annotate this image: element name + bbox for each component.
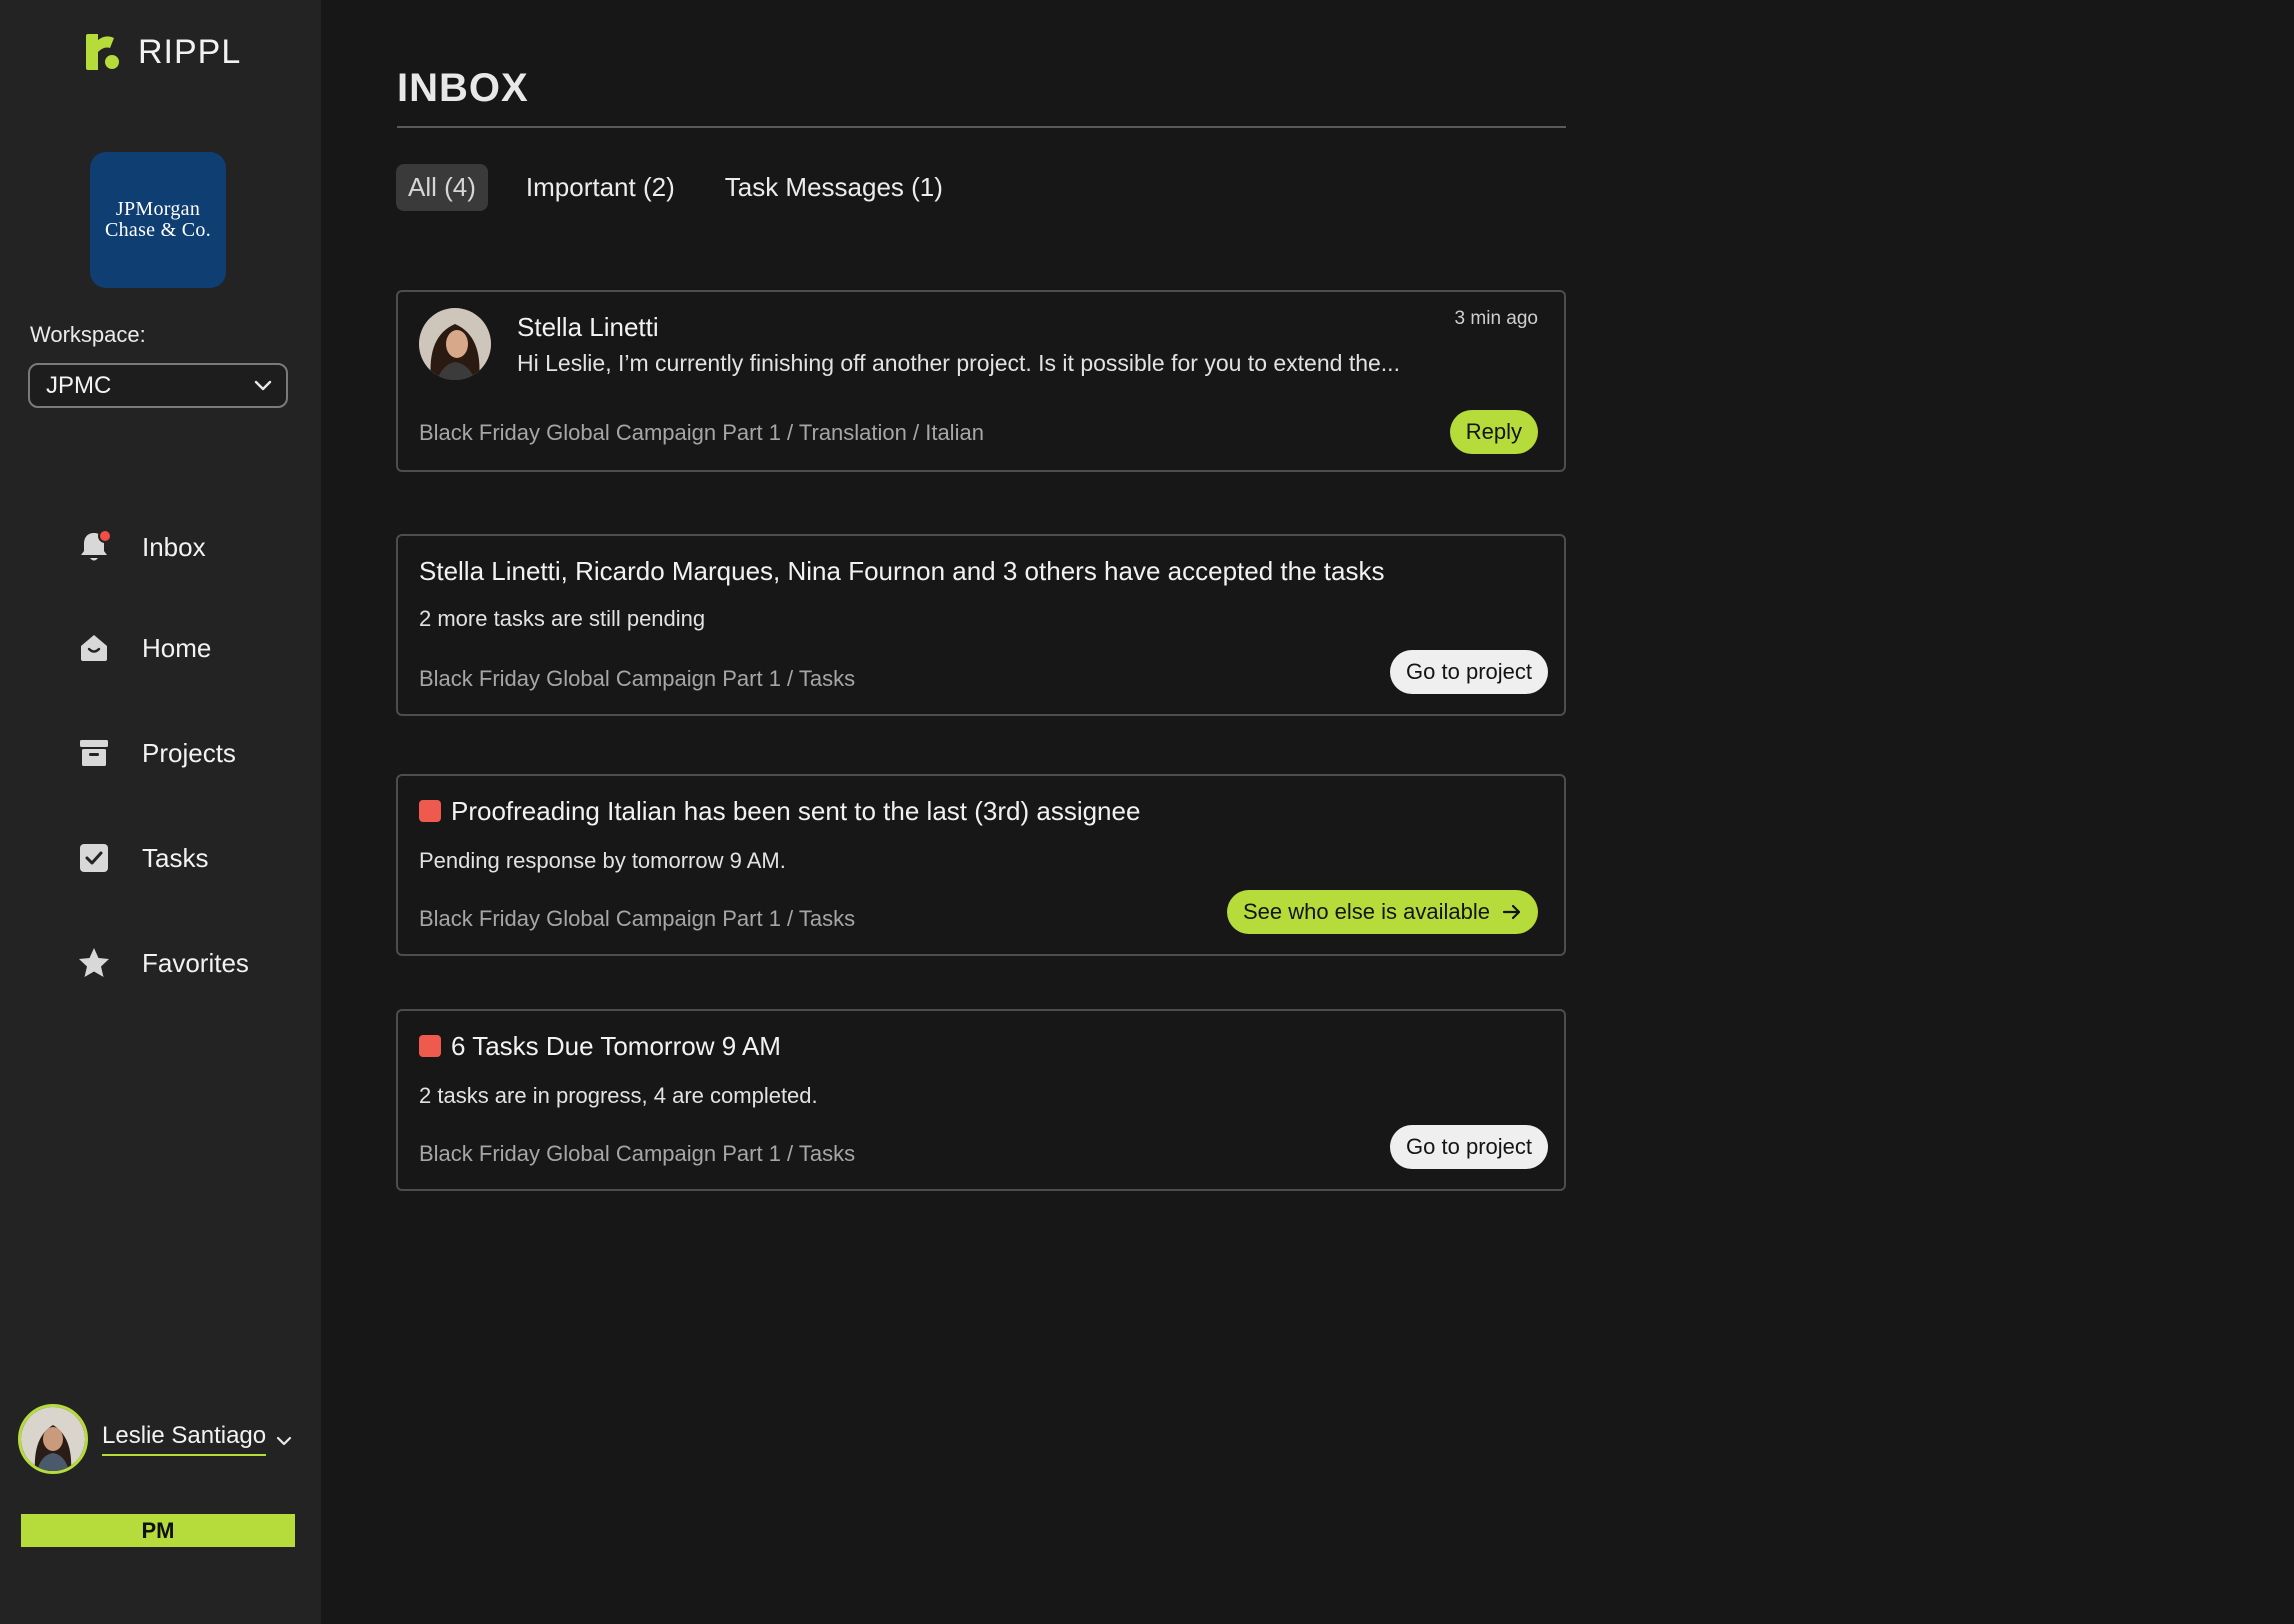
notification-title: Proofreading Italian has been sent to th… xyxy=(419,796,1140,827)
notification-title-text: 6 Tasks Due Tomorrow 9 AM xyxy=(451,1031,781,1061)
message-card[interactable]: Stella Linetti 3 min ago Hi Leslie, I’m … xyxy=(396,290,1566,472)
sender-name: Stella Linetti xyxy=(517,312,659,342)
title-divider xyxy=(397,126,1566,128)
notification-card[interactable]: Proofreading Italian has been sent to th… xyxy=(396,774,1566,956)
workspace-select-value: JPMC xyxy=(46,371,112,399)
user-role-badge: PM xyxy=(21,1514,295,1547)
bell-icon xyxy=(76,529,112,565)
reply-button-label: Reply xyxy=(1465,419,1522,444)
sidebar-item-label: Home xyxy=(142,632,212,663)
notification-card[interactable]: 6 Tasks Due Tomorrow 9 AM 2 tasks are in… xyxy=(396,1009,1566,1191)
workspace-label: Workspace: xyxy=(30,322,146,347)
sidebar-item-inbox[interactable]: Inbox xyxy=(76,525,206,569)
notification-subtitle: 2 more tasks are still pending xyxy=(419,606,706,631)
tab-task-messages[interactable]: Task Messages (1) xyxy=(713,164,955,211)
tab-important[interactable]: Important (2) xyxy=(514,164,687,211)
go-to-project-button-label: Go to project xyxy=(1406,1134,1532,1159)
sidebar-item-projects[interactable]: Projects xyxy=(76,731,236,775)
page-title: INBOX xyxy=(397,66,529,110)
inbox-panel: INBOX All (4) Important (2) Task Message… xyxy=(321,0,2294,1624)
archive-box-icon xyxy=(76,735,112,771)
workspace-logo: JPMorgan Chase & Co. xyxy=(90,152,226,288)
alert-square-icon xyxy=(419,1035,441,1057)
sidebar: RIPPL JPMorgan Chase & Co. Workspace: JP… xyxy=(0,0,321,1624)
tab-all[interactable]: All (4) xyxy=(396,164,488,211)
chevron-down-icon xyxy=(254,380,272,392)
notification-card[interactable]: Stella Linetti, Ricardo Marques, Nina Fo… xyxy=(396,534,1566,716)
message-time: 3 min ago xyxy=(1454,308,1538,329)
inbox-tabs: All (4) Important (2) Task Messages (1) xyxy=(396,164,981,211)
workspace-logo-line2: Chase & Co. xyxy=(104,219,212,241)
user-avatar xyxy=(18,1404,88,1474)
sidebar-item-home[interactable]: Home xyxy=(76,626,211,670)
see-who-else-button-label: See who else is available xyxy=(1242,899,1490,924)
go-to-project-button-label: Go to project xyxy=(1406,659,1532,684)
star-icon xyxy=(76,945,112,981)
sender-avatar xyxy=(419,308,491,380)
notification-title: Stella Linetti, Ricardo Marques, Nina Fo… xyxy=(419,556,1385,586)
project-breadcrumb[interactable]: Black Friday Global Campaign Part 1 / Tr… xyxy=(419,420,984,446)
arrow-right-icon xyxy=(1502,904,1522,920)
sidebar-item-label: Projects xyxy=(142,737,236,768)
sidebar-item-label: Inbox xyxy=(142,531,206,562)
notification-subtitle: Pending response by tomorrow 9 AM. xyxy=(419,848,786,873)
notification-subtitle: 2 tasks are in progress, 4 are completed… xyxy=(419,1083,818,1108)
go-to-project-button[interactable]: Go to project xyxy=(1390,1125,1548,1169)
sidebar-item-favorites[interactable]: Favorites xyxy=(76,941,249,985)
go-to-project-button[interactable]: Go to project xyxy=(1390,650,1548,694)
reply-button[interactable]: Reply xyxy=(1449,410,1538,454)
user-menu[interactable]: Leslie Santiago xyxy=(18,1404,292,1474)
notification-dot xyxy=(98,529,112,543)
message-preview: Hi Leslie, I’m currently finishing off a… xyxy=(517,350,1400,376)
chevron-down-icon xyxy=(276,1434,292,1452)
see-who-else-is-available-button[interactable]: See who else is available xyxy=(1226,890,1538,934)
project-breadcrumb[interactable]: Black Friday Global Campaign Part 1 / Ta… xyxy=(419,906,855,932)
sidebar-item-tasks[interactable]: Tasks xyxy=(76,836,208,880)
sidebar-item-label: Favorites xyxy=(142,947,249,978)
app-name: RIPPL xyxy=(138,32,242,71)
user-name: Leslie Santiago xyxy=(102,1422,267,1456)
notification-title-text: Proofreading Italian has been sent to th… xyxy=(451,796,1141,826)
workspace-logo-line1: JPMorgan xyxy=(115,198,201,220)
notification-title: 6 Tasks Due Tomorrow 9 AM xyxy=(419,1031,781,1062)
project-breadcrumb[interactable]: Black Friday Global Campaign Part 1 / Ta… xyxy=(419,1141,855,1167)
alert-square-icon xyxy=(419,800,441,822)
workspace-select[interactable]: JPMC xyxy=(28,363,288,408)
home-icon xyxy=(76,630,112,666)
checkbox-icon xyxy=(76,840,112,876)
app-root: RIPPL JPMorgan Chase & Co. Workspace: JP… xyxy=(0,0,2294,1624)
rippl-logo-icon xyxy=(86,34,119,70)
project-breadcrumb[interactable]: Black Friday Global Campaign Part 1 / Ta… xyxy=(419,666,855,692)
app-logo[interactable]: RIPPL xyxy=(84,32,241,72)
sidebar-item-label: Tasks xyxy=(142,842,209,873)
